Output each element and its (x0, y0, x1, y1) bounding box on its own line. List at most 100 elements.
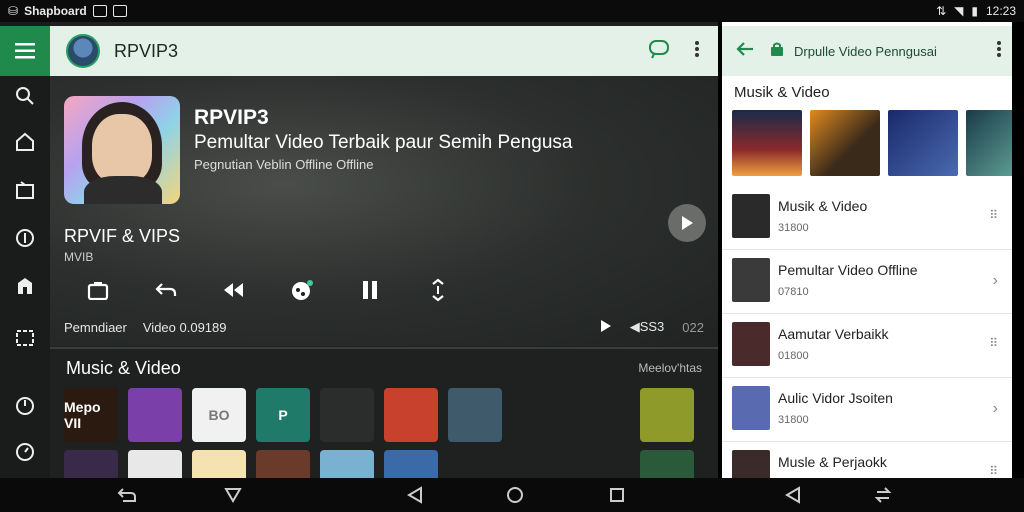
list-item[interactable]: Aamutar Verbaikk 01800 ⠿ (722, 314, 1012, 378)
panel-header: Drpulle Video Penngusai (722, 26, 1012, 76)
next-button[interactable] (668, 204, 706, 242)
clipboard-button[interactable] (64, 272, 132, 308)
overflow-menu-button[interactable] (694, 40, 700, 63)
list-item-thumbnail (732, 258, 770, 302)
album-cover[interactable] (64, 96, 180, 204)
track-title: RPVIF & VIPS (64, 226, 181, 246)
status-time: 12:23 (985, 4, 1016, 18)
drag-handle-icon[interactable]: ⠿ (989, 336, 998, 350)
panel-thumb-4[interactable] (966, 110, 1012, 176)
list-item-title: Musle & Perjaokk (778, 454, 887, 470)
rail-search[interactable] (0, 76, 50, 116)
avatar[interactable] (66, 34, 100, 68)
list-item[interactable]: Musik & Video 31800 ⠿ (722, 186, 1012, 250)
panel-thumb-2[interactable] (810, 110, 880, 176)
chevron-right-icon[interactable]: › (993, 272, 998, 290)
nav-home-button[interactable] (504, 484, 526, 506)
rail-downloads[interactable] (0, 318, 50, 358)
tile-row2-1[interactable] (64, 450, 118, 478)
nav-back-triangle-2[interactable] (782, 484, 804, 506)
top-app-bar: RPVIP3 (50, 26, 718, 76)
list-item[interactable]: Aulic Vidor Jsoiten 31800 › (722, 378, 1012, 442)
media-tile[interactable] (576, 388, 630, 442)
system-nav-bar (0, 478, 1024, 512)
cast-button[interactable] (648, 39, 670, 64)
panel-thumb-3[interactable] (888, 110, 958, 176)
back-button[interactable] (736, 41, 754, 62)
tile-row2-5[interactable] (320, 450, 374, 478)
drag-handle-icon[interactable]: ⠿ (989, 464, 998, 478)
rail-library[interactable] (0, 170, 50, 210)
chevron-right-icon[interactable]: › (993, 400, 998, 418)
tile-row2-8[interactable] (512, 450, 566, 478)
home-icon (16, 132, 34, 151)
home-circle-icon (507, 487, 523, 503)
nav-back-button[interactable] (116, 484, 138, 506)
repeat-button[interactable] (404, 272, 472, 308)
media-tile[interactable] (448, 388, 502, 442)
drag-handle-icon[interactable]: ⠿ (989, 208, 998, 222)
tile-row2-6[interactable] (384, 450, 438, 478)
lock-icon (770, 42, 784, 61)
media-tile[interactable] (384, 388, 438, 442)
pause-button[interactable] (336, 272, 404, 308)
palette-icon (292, 280, 313, 300)
skip-back-button[interactable] (200, 272, 268, 308)
app-notification-icon: ⛁ (8, 4, 19, 18)
status-app-label: Shapboard (24, 4, 87, 18)
list-item-thumbnail (732, 386, 770, 430)
tile-row2-9[interactable] (576, 450, 630, 478)
rewind-small-icon: ◀ (629, 319, 640, 334)
media-tile[interactable]: BO (192, 388, 246, 442)
list-item[interactable]: Musle & Perjaokk ⠿ (722, 442, 1012, 478)
rail-info[interactable] (0, 218, 50, 258)
undo-button[interactable] (132, 272, 200, 308)
clipboard-icon (87, 282, 109, 300)
counter-b: 022 (682, 319, 704, 335)
progress-row: Pemndiaer Video 0.09189 ◀SS3 022 (64, 316, 704, 338)
effects-button[interactable] (268, 272, 336, 308)
nav-recents-button[interactable] (606, 484, 628, 506)
nav-back-triangle[interactable] (404, 484, 426, 506)
nav-switch-button[interactable] (872, 484, 894, 506)
track-subtitle: MVIB (64, 250, 94, 264)
panel-thumb-1[interactable] (732, 110, 802, 176)
panel-thumbnails (732, 110, 1012, 176)
play-small-button[interactable] (600, 319, 612, 336)
recents-square-icon (610, 488, 624, 502)
media-tile[interactable] (128, 388, 182, 442)
media-tile[interactable] (640, 388, 694, 442)
rail-timer[interactable] (0, 432, 50, 472)
media-tile[interactable]: Mepo VII (64, 388, 118, 442)
notification-icon-1 (92, 5, 107, 17)
rail-history[interactable] (0, 386, 50, 426)
now-playing-hero: RPVIP3 Pemultar Video Terbaik paur Semih… (50, 76, 718, 346)
section-more-link[interactable]: Meelov'htas (638, 361, 702, 375)
kebab-icon (997, 40, 1001, 57)
rail-store[interactable] (0, 266, 50, 306)
hero-caption: Pegnutian Veblin Offline Offline (194, 157, 374, 172)
section-title: Music & Video (66, 358, 181, 378)
list-item-thumbnail (732, 322, 770, 366)
media-tile[interactable] (512, 388, 566, 442)
media-tile-label: Mepo VII (64, 399, 101, 431)
panel-overflow-button[interactable] (996, 40, 1002, 63)
tiles-row-2 (64, 450, 694, 478)
timer-icon (16, 443, 34, 461)
rail-home[interactable] (0, 122, 50, 162)
media-tile[interactable]: P (256, 388, 310, 442)
tile-row2-7[interactable] (448, 450, 502, 478)
tile-row2-2[interactable] (128, 450, 182, 478)
tile-row2-3[interactable] (192, 450, 246, 478)
media-tile[interactable] (320, 388, 374, 442)
status-bar: ⛁ Shapboard ⇅ ◥ ▮ 12:23 (0, 0, 1024, 22)
tile-row2-4[interactable] (256, 450, 310, 478)
tile-row2-10[interactable] (640, 450, 694, 478)
menu-button[interactable] (0, 26, 50, 76)
cover-face (92, 114, 152, 184)
info-icon (16, 229, 34, 247)
list-item[interactable]: Pemultar Video Offline 07810 › (722, 250, 1012, 314)
nav-down-button[interactable] (222, 484, 244, 506)
list-item-thumbnail (732, 194, 770, 238)
media-tile-label: P (278, 407, 288, 423)
